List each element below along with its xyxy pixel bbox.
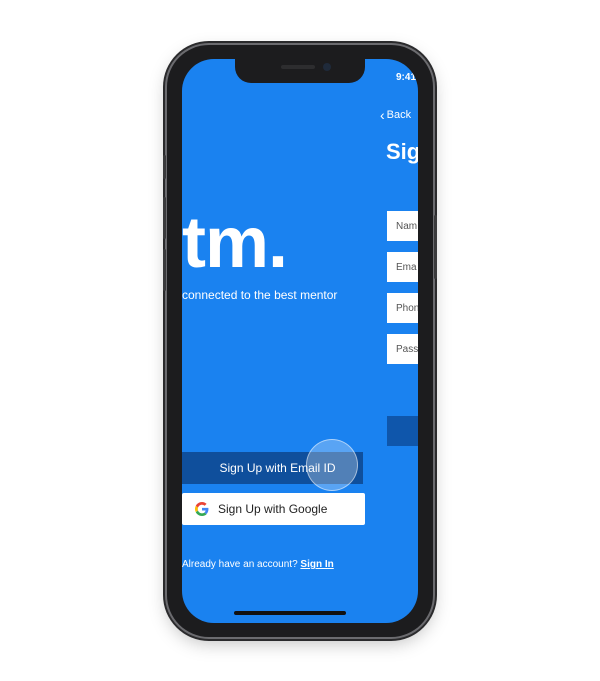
- speaker-grille: [281, 65, 315, 69]
- chevron-left-icon: ‹: [380, 106, 385, 123]
- signup-title: Sig: [386, 139, 418, 164]
- home-indicator[interactable]: [234, 611, 346, 615]
- signup-submit-button[interactable]: [387, 416, 418, 446]
- power-button: [434, 215, 437, 279]
- signin-prompt-text: Already have an account?: [182, 559, 298, 570]
- app-logo-text: tm.: [182, 203, 288, 283]
- phone-screen: 9:41 tm. connected to the best mentor Si…: [182, 59, 418, 623]
- signup-google-label: Sign Up with Google: [218, 502, 328, 516]
- volume-up-button: [163, 197, 166, 239]
- signup-google-button[interactable]: Sign Up with Google: [182, 493, 365, 525]
- email-field[interactable]: Ema: [387, 252, 418, 282]
- back-label: Back: [386, 109, 412, 121]
- notch: [235, 59, 365, 83]
- volume-down-button: [163, 249, 166, 291]
- phone-frame: 9:41 tm. connected to the best mentor Si…: [163, 45, 437, 637]
- phone-field[interactable]: Phon: [387, 293, 418, 323]
- tagline: connected to the best mentor: [182, 288, 338, 302]
- status-time: 9:41: [396, 72, 417, 83]
- mute-switch: [163, 155, 166, 179]
- signin-link[interactable]: Sign In: [300, 559, 333, 570]
- touch-indicator: [306, 439, 358, 491]
- signin-prompt: Already have an account? Sign In: [182, 559, 334, 570]
- google-icon: [195, 502, 209, 516]
- front-camera: [323, 63, 331, 71]
- name-field[interactable]: Nam: [387, 211, 418, 241]
- password-field[interactable]: Pass: [387, 334, 418, 364]
- back-button[interactable]: ‹ Back: [380, 106, 412, 123]
